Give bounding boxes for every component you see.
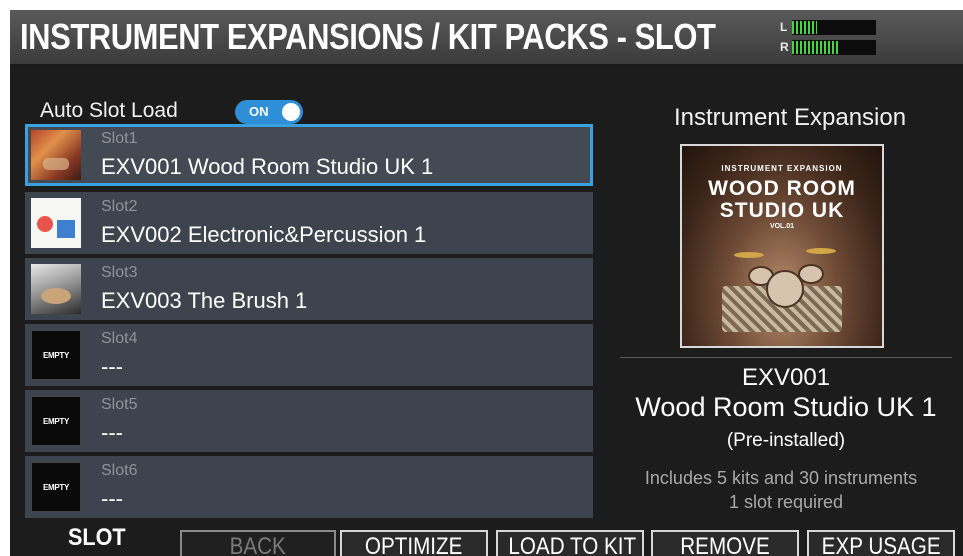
drum-kit-icon <box>766 270 804 308</box>
slot-name: --- <box>101 354 123 379</box>
slot-number: Slot4 <box>101 330 138 347</box>
detail-heading: Instrument Expansion <box>673 104 907 131</box>
slot-item-5[interactable]: EMPTY Slot5 --- <box>25 390 593 452</box>
slot-item-1[interactable]: Slot1 EXV001 Wood Room Studio UK 1 <box>25 124 593 186</box>
cover-title-line2: STUDIO UK <box>719 199 845 222</box>
empty-slot-icon: EMPTY <box>31 330 81 380</box>
empty-slot-icon: EMPTY <box>31 462 81 512</box>
divider <box>620 357 952 358</box>
slot-thumbnail <box>31 198 81 248</box>
back-button[interactable]: BACK <box>180 530 336 556</box>
slot-thumbnail: EMPTY <box>31 462 81 512</box>
meter-right-row: R <box>780 40 880 55</box>
toggle-knob <box>282 103 300 121</box>
brush-cover-icon <box>31 264 81 314</box>
expansion-name: Wood Room Studio UK 1 <box>635 392 937 422</box>
cover-volume: VOL.01 <box>769 223 795 230</box>
main-area: Auto Slot Load ON Slot1 EXV001 Wood Room… <box>10 66 963 518</box>
meter-right-label: R <box>780 40 789 54</box>
remove-button[interactable]: REMOVE <box>651 530 799 556</box>
slot-name: --- <box>101 486 123 511</box>
device-screen: INSTRUMENT EXPANSIONS / KIT PACKS - SLOT… <box>10 10 963 556</box>
function-bar-title: SLOT <box>68 524 126 551</box>
expansion-description: Includes 5 kits and 30 instruments <box>644 468 918 488</box>
empty-slot-icon: EMPTY <box>31 396 81 446</box>
exp-usage-button[interactable]: EXP USAGE <box>807 530 955 556</box>
slot-name: EXV003 The Brush 1 <box>101 288 308 313</box>
slot-name: EXV001 Wood Room Studio UK 1 <box>101 154 434 179</box>
page-title: INSTRUMENT EXPANSIONS / KIT PACKS - SLOT <box>20 16 716 57</box>
slot-number: Slot6 <box>101 462 138 479</box>
meter-right-fill <box>792 41 839 54</box>
expansion-status: (Pre-installed) <box>726 430 846 451</box>
meter-left-row: L <box>780 20 880 35</box>
level-meter: L R <box>780 20 880 58</box>
expansion-code: EXV001 <box>741 364 831 391</box>
meter-left-label: L <box>780 20 788 34</box>
slot-thumbnail: EMPTY <box>31 330 81 380</box>
slot-number: Slot3 <box>101 264 138 281</box>
cover-title-line1: WOOD ROOM <box>708 177 856 200</box>
wood-room-cover-icon <box>31 130 81 180</box>
optimize-button[interactable]: OPTIMIZE <box>340 530 488 556</box>
slot-name: --- <box>101 420 123 445</box>
slot-item-6[interactable]: EMPTY Slot6 --- <box>25 456 593 518</box>
electronic-percussion-cover-icon <box>31 198 81 248</box>
slot-item-3[interactable]: Slot3 EXV003 The Brush 1 <box>25 258 593 320</box>
toggle-state-label: ON <box>249 104 269 119</box>
slot-number: Slot1 <box>101 130 138 147</box>
expansion-cover-image: INSTRUMENT EXPANSION WOOD ROOM STUDIO UK… <box>680 144 884 348</box>
auto-slot-load-label: Auto Slot Load <box>40 99 178 122</box>
slot-thumbnail <box>31 130 81 180</box>
slot-thumbnail <box>31 264 81 314</box>
function-bar: SLOT BACK OPTIMIZE LOAD TO KIT REMOVE EX… <box>10 518 963 556</box>
cover-small-text: INSTRUMENT EXPANSION <box>721 164 843 173</box>
title-bar: INSTRUMENT EXPANSIONS / KIT PACKS - SLOT… <box>10 10 963 66</box>
load-to-kit-button[interactable]: LOAD TO KIT <box>496 530 644 556</box>
meter-left-fill <box>792 21 818 34</box>
slot-thumbnail: EMPTY <box>31 396 81 446</box>
slot-item-4[interactable]: EMPTY Slot4 --- <box>25 324 593 386</box>
slot-number: Slot2 <box>101 198 138 215</box>
expansion-slot-requirement: 1 slot required <box>728 492 844 512</box>
slot-item-2[interactable]: Slot2 EXV002 Electronic&Percussion 1 <box>25 192 593 254</box>
auto-slot-load-toggle[interactable]: ON <box>235 100 303 124</box>
slot-number: Slot5 <box>101 396 138 413</box>
slot-name: EXV002 Electronic&Percussion 1 <box>101 222 427 247</box>
